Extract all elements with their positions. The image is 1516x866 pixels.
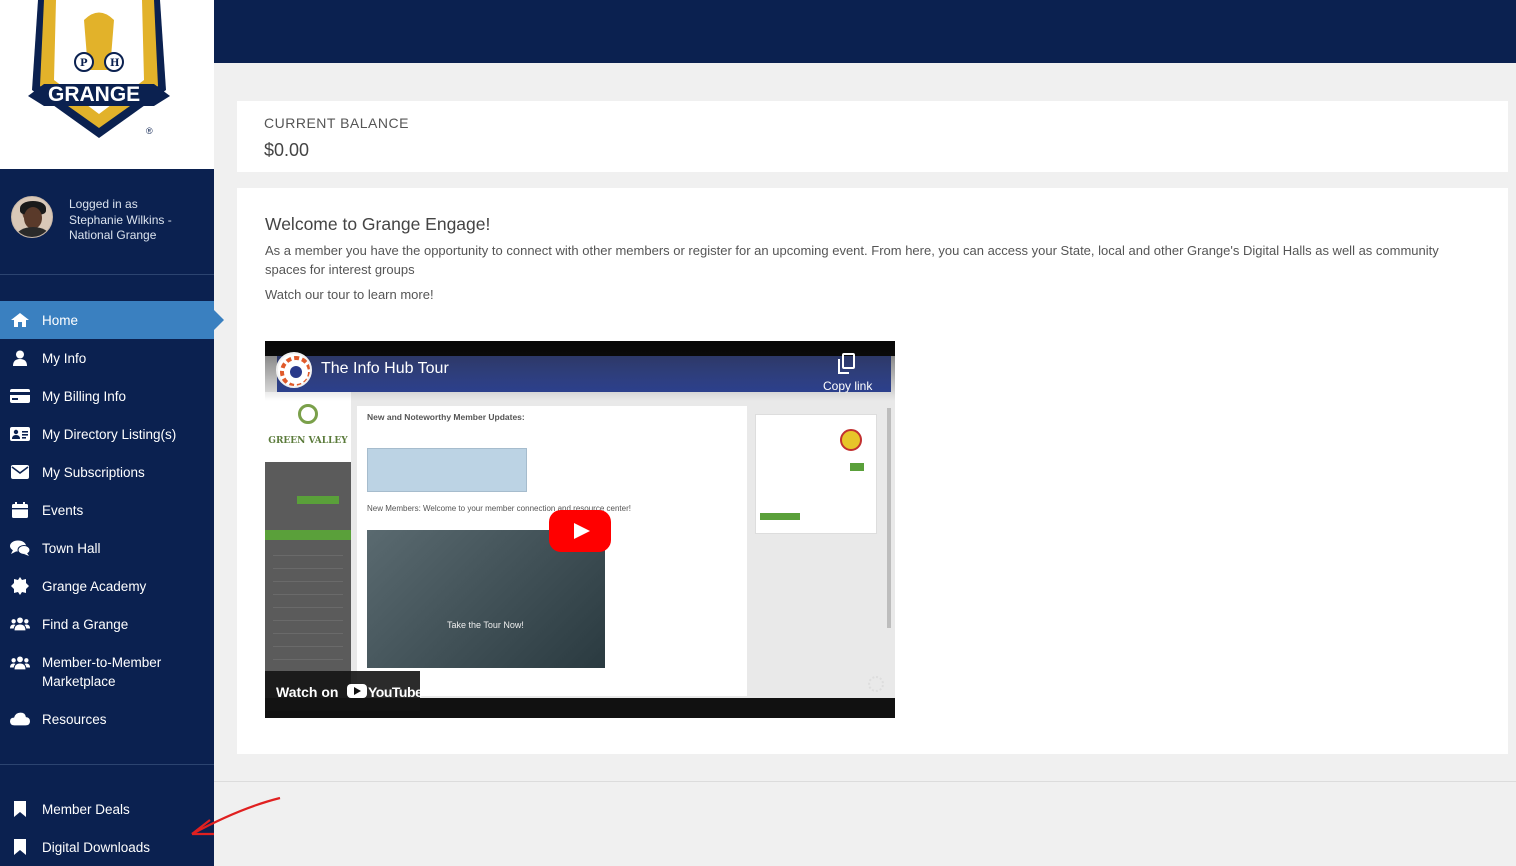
nav-label: Digital Downloads (42, 839, 151, 855)
nav-label: My Directory Listing(s) (42, 426, 177, 442)
svg-text:H: H (110, 58, 119, 69)
welcome-card: Welcome to Grange Engage! As a member yo… (237, 188, 1508, 754)
nav-label: My Subscriptions (42, 464, 145, 480)
nav-item-academy[interactable]: Grange Academy (0, 567, 214, 605)
nav-item-resources[interactable]: Resources (0, 700, 214, 738)
annotation-arrow-icon (191, 796, 281, 836)
nav-item-town-hall[interactable]: Town Hall (0, 529, 214, 567)
users-icon (10, 615, 30, 633)
sidebar-divider (0, 764, 214, 765)
nav-label: My Info (42, 350, 87, 366)
nav-item-events[interactable]: Events (0, 491, 214, 529)
envelope-icon (10, 463, 30, 481)
nav-label: Events (42, 502, 84, 518)
nav-label: Member Deals (42, 801, 130, 817)
svg-text:®: ® (146, 126, 153, 136)
youtube-icon (347, 684, 367, 698)
play-button[interactable] (549, 510, 611, 552)
cloud-icon (10, 710, 30, 728)
user-icon (10, 349, 30, 367)
footer-divider (214, 781, 1516, 782)
nav-item-directory[interactable]: My Directory Listing(s) (0, 415, 214, 453)
comments-icon (10, 539, 30, 557)
video-title[interactable]: The Info Hub Tour (321, 360, 449, 378)
bookmark-icon (10, 800, 30, 818)
credit-card-icon (10, 387, 30, 405)
certificate-icon (10, 577, 30, 595)
nav-item-my-info[interactable]: My Info (0, 339, 214, 377)
tour-text: Watch our tour to learn more! (265, 287, 434, 302)
main-nav: Home My Info My Billing Info My Director… (0, 301, 224, 738)
inner-video-text: Take the Tour Now! (447, 620, 524, 630)
calendar-icon (10, 501, 30, 519)
svg-text:P: P (80, 58, 88, 69)
grange-logo: P H GRANGE ® (28, 0, 170, 138)
logo-area[interactable]: P H GRANGE ® (0, 0, 214, 169)
copy-icon[interactable] (838, 353, 855, 374)
nav-item-billing[interactable]: My Billing Info (0, 377, 214, 415)
nav-item-find-grange[interactable]: Find a Grange (0, 605, 214, 643)
nav-label: Resources (42, 711, 107, 727)
user-name: Stephanie Wilkins - (69, 212, 172, 227)
nav-label: Find a Grange (42, 616, 129, 632)
inner-logo: GREEN VALLEY (265, 392, 351, 462)
balance-card: CURRENT BALANCE $0.00 (237, 101, 1508, 172)
watch-on-label: Watch on (276, 684, 339, 700)
nav-item-marketplace[interactable]: Member-to-Member Marketplace (0, 643, 214, 700)
avatar[interactable] (11, 196, 53, 238)
nav-item-home[interactable]: Home (0, 301, 224, 339)
youtube-video-embed[interactable]: GREEN VALLEY New and Noteworthy Member U… (265, 341, 895, 718)
inner-heading: New and Noteworthy Member Updates: (367, 412, 525, 422)
users-icon (10, 654, 30, 672)
nav-label: My Billing Info (42, 388, 127, 404)
gear-icon (868, 676, 884, 692)
balance-label: CURRENT BALANCE (264, 115, 409, 131)
nav-label: Home (42, 312, 79, 328)
home-icon (10, 311, 30, 329)
nav-item-subscriptions[interactable]: My Subscriptions (0, 453, 214, 491)
welcome-title: Welcome to Grange Engage! (265, 214, 491, 234)
copy-link-button[interactable]: Copy link (823, 379, 872, 393)
nav-label: Town Hall (42, 540, 101, 556)
bookmark-icon (10, 838, 30, 856)
top-bar (214, 0, 1516, 63)
channel-avatar[interactable] (276, 352, 312, 388)
youtube-label: YouTube (368, 684, 423, 700)
logged-in-label: Logged in as (69, 197, 138, 211)
user-box: Logged in as Stephanie Wilkins - Nationa… (0, 169, 214, 275)
nav-label: Member-to-Member Marketplace (42, 654, 162, 689)
sidebar: P H GRANGE ® Logged in as Stephanie Wilk… (0, 0, 224, 866)
logo-text: GRANGE (48, 83, 140, 106)
user-org: National Grange (69, 228, 157, 242)
balance-value: $0.00 (264, 140, 310, 160)
welcome-text: As a member you have the opportunity to … (265, 243, 1439, 277)
user-info: Logged in as Stephanie Wilkins - Nationa… (69, 197, 209, 244)
watch-on-youtube-button[interactable]: Watch on YouTube (265, 671, 423, 711)
id-card-icon (10, 425, 30, 443)
nav-label: Grange Academy (42, 578, 147, 594)
